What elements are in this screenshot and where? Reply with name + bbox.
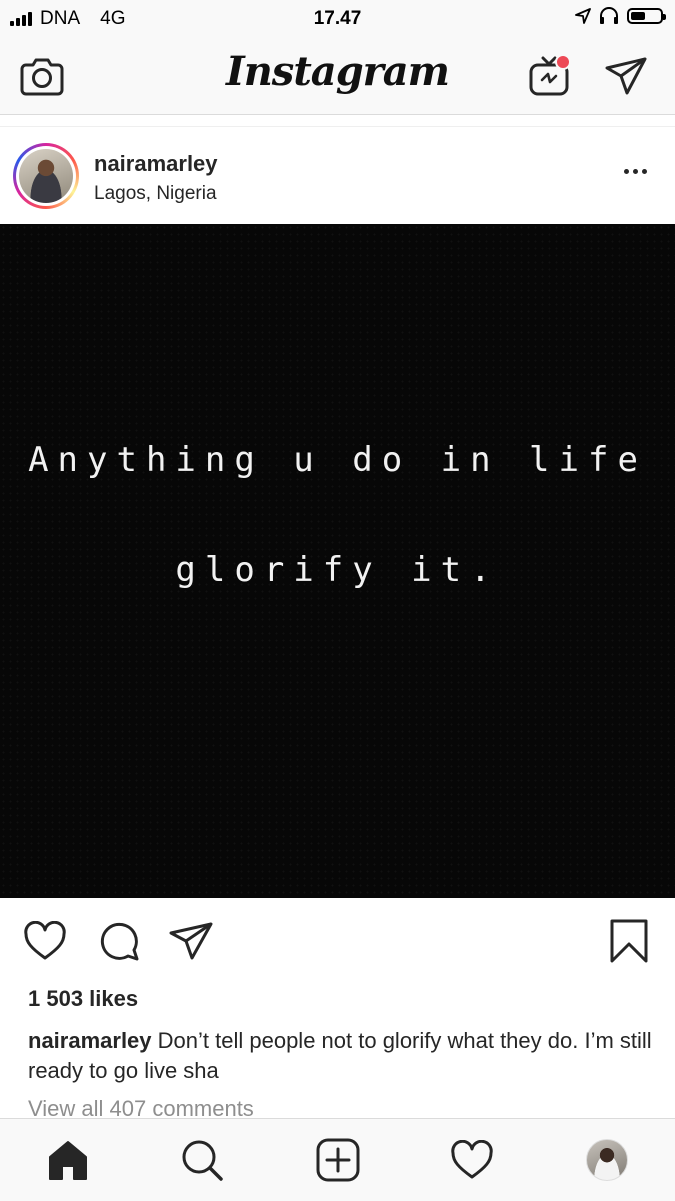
like-button[interactable] [22, 918, 68, 964]
bookmark-button[interactable] [606, 918, 652, 964]
bottom-tab-bar [0, 1118, 675, 1201]
image-text-line-2: glorify it. [175, 550, 500, 590]
comment-icon [100, 922, 139, 961]
post-image[interactable]: Anything u do in life glorify it. [0, 224, 675, 898]
post-username[interactable]: nairamarley [94, 151, 218, 177]
tab-search[interactable] [177, 1135, 227, 1185]
notification-dot [555, 54, 571, 70]
tab-activity[interactable] [447, 1135, 497, 1185]
tab-new-post[interactable] [313, 1135, 363, 1185]
more-dot-icon [632, 168, 638, 174]
bookmark-icon [610, 919, 648, 963]
tab-profile[interactable] [582, 1135, 632, 1185]
post-header: nairamarley Lagos, Nigeria [0, 126, 675, 225]
direct-message-button[interactable] [602, 52, 650, 100]
post-caption: nairamarley Don’t tell people not to glo… [28, 1026, 653, 1086]
status-time: 17.47 [313, 8, 362, 29]
like-count[interactable]: 1 503 likes [28, 986, 138, 1012]
profile-avatar [586, 1139, 628, 1181]
caption-username[interactable]: nairamarley [28, 1028, 152, 1053]
more-options-button[interactable] [615, 161, 655, 181]
post-location[interactable]: Lagos, Nigeria [94, 183, 217, 205]
share-icon [169, 922, 213, 960]
activity-icon [451, 1140, 493, 1179]
direct-message-icon [605, 57, 647, 95]
igtv-button[interactable] [525, 52, 573, 100]
headphones-icon [600, 7, 618, 24]
location-arrow-icon [575, 8, 591, 24]
avatar-photo [19, 149, 73, 203]
battery-icon [627, 8, 666, 24]
more-dot-icon [641, 168, 647, 174]
instagram-logo: Instagram [226, 48, 450, 95]
home-icon [49, 1141, 87, 1180]
status-right [575, 7, 666, 25]
status-bar: DNA 4G 17.47 [0, 0, 675, 38]
comment-button[interactable] [96, 918, 142, 964]
app-header: Instagram [0, 38, 675, 115]
new-post-icon [316, 1138, 360, 1182]
avatar[interactable] [13, 143, 79, 209]
post-actions [0, 906, 675, 976]
share-button[interactable] [168, 918, 214, 964]
more-dot-icon [623, 168, 629, 174]
search-icon [182, 1140, 223, 1181]
tab-home[interactable] [43, 1135, 93, 1185]
heart-icon [24, 921, 66, 960]
image-text-line-1: Anything u do in life [28, 440, 647, 480]
